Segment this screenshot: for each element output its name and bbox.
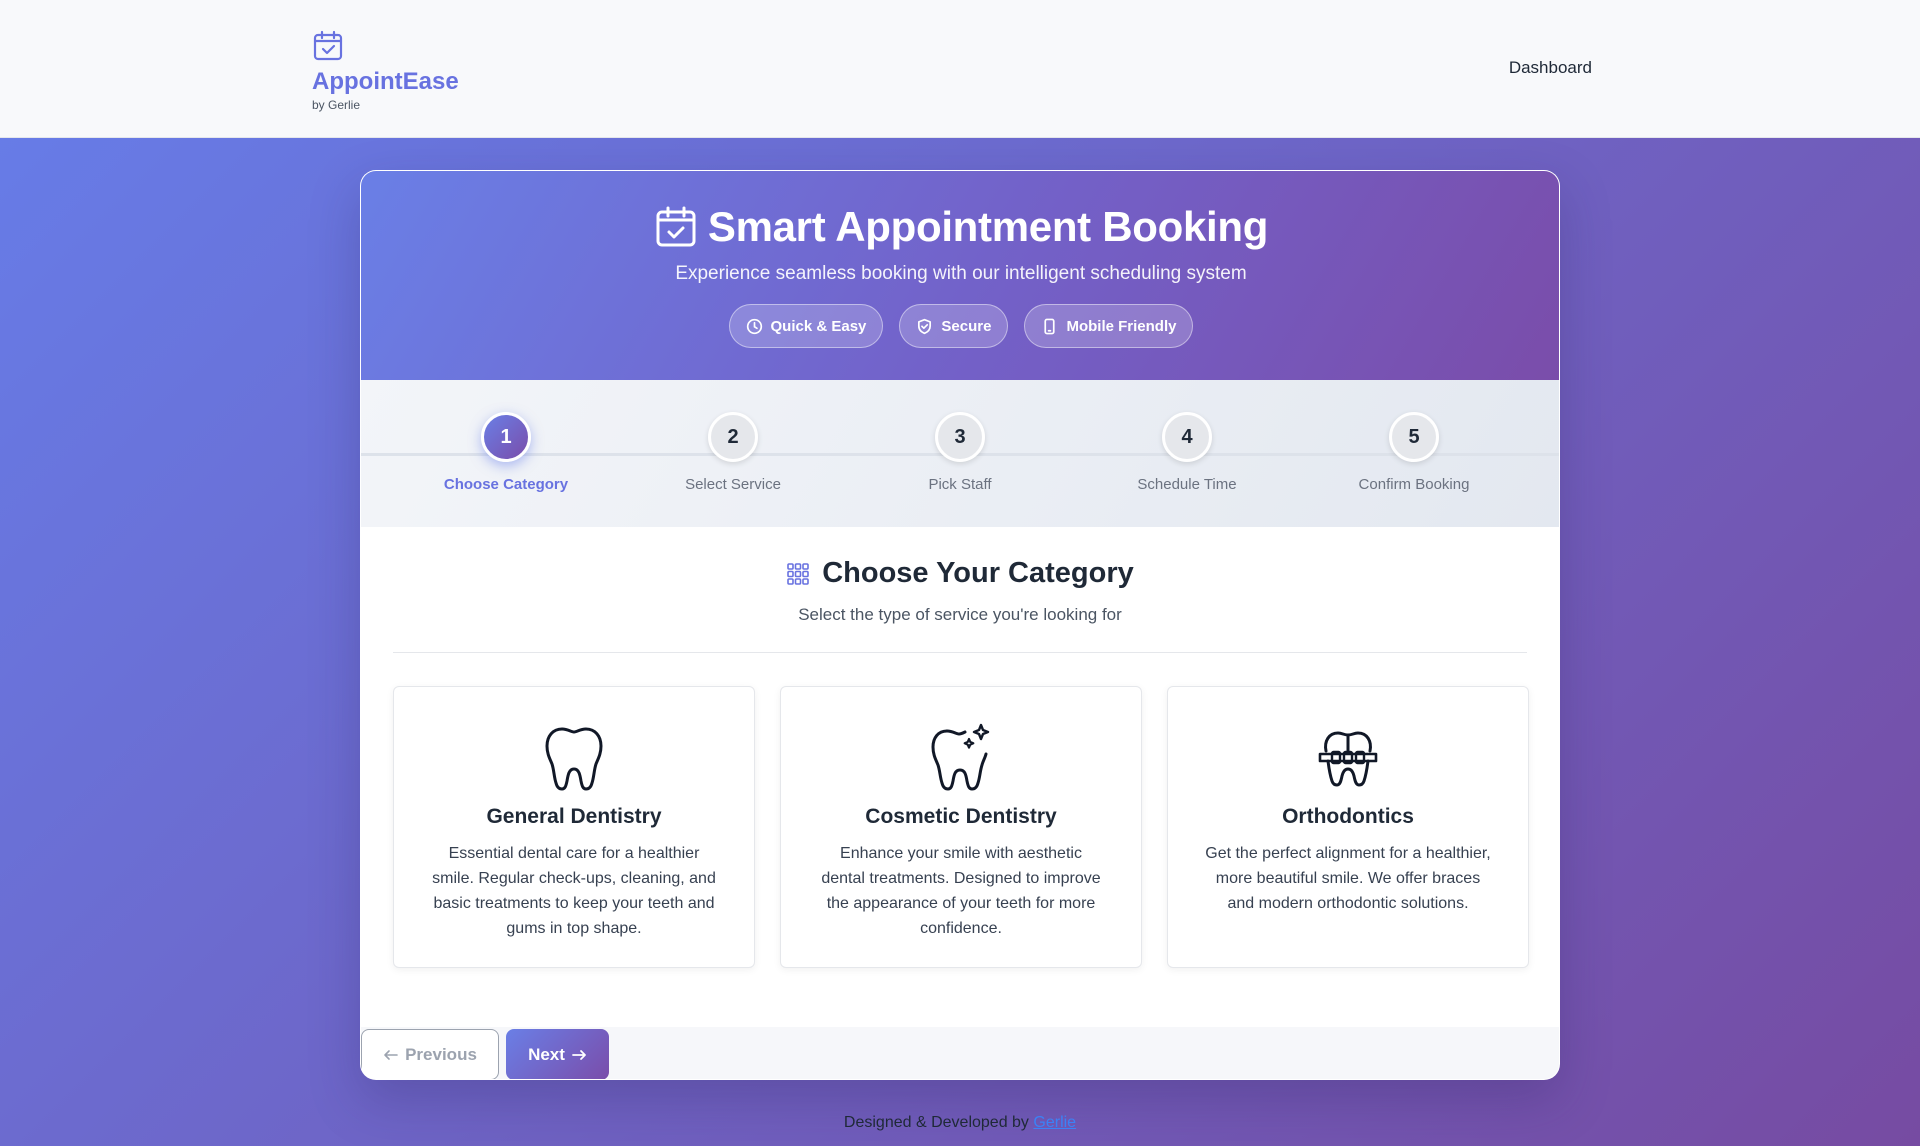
category-list: General Dentistry Essential dental care … <box>393 686 1529 968</box>
step-number: 3 <box>935 412 985 462</box>
hero-title-row: Smart Appointment Booking <box>361 203 1559 251</box>
feature-pill-label: Quick & Easy <box>770 317 867 335</box>
feature-pill-secure: Secure <box>899 304 1009 348</box>
step-schedule-time[interactable]: 4 Schedule Time <box>1097 412 1277 493</box>
shield-icon <box>918 318 932 334</box>
calendar-check-icon <box>656 206 696 247</box>
category-description: Enhance your smile with aesthetic dental… <box>821 845 1101 937</box>
category-title: General Dentistry <box>486 805 662 828</box>
previous-button[interactable]: Previous <box>361 1029 499 1079</box>
arrow-right-icon <box>572 1049 586 1060</box>
mobile-icon <box>1044 318 1056 334</box>
credit-text: Designed & Developed by <box>843 1114 1029 1131</box>
hero-banner: Smart Appointment Booking Experience sea… <box>361 171 1559 380</box>
step-label: Pick Staff <box>928 476 992 493</box>
section-header: Choose Your Category <box>361 557 1559 590</box>
step-choose-category[interactable]: 1 Choose Category <box>416 412 596 493</box>
arrow-left-icon <box>384 1049 398 1060</box>
category-description: Essential dental care for a healthier sm… <box>432 845 716 937</box>
brand-name: AppointEase <box>312 68 459 95</box>
nav-link-dashboard[interactable]: Dashboard <box>1509 58 1592 78</box>
category-title: Cosmetic Dentistry <box>865 805 1057 828</box>
next-label: Next <box>528 1044 565 1064</box>
wizard-footer: Previous Next <box>361 1027 1559 1079</box>
booking-card: Smart Appointment Booking Experience sea… <box>360 170 1560 1080</box>
next-button[interactable]: Next <box>506 1029 609 1079</box>
category-card-cosmetic[interactable]: Cosmetic Dentistry Enhance your smile wi… <box>780 686 1142 968</box>
sparkle-tooth-icon <box>931 723 990 791</box>
step-number: 2 <box>708 412 758 462</box>
progress-stepper: 1 Choose Category 2 Select Service 3 Pic… <box>361 380 1559 527</box>
category-card-orthodontics[interactable]: Orthodontics Get the perfect alignment f… <box>1167 686 1529 968</box>
section-divider <box>393 652 1527 653</box>
brand-logo-link[interactable]: AppointEase by Gerlie <box>312 30 459 112</box>
step-label: Confirm Booking <box>1358 476 1470 493</box>
step-number: 5 <box>1389 412 1439 462</box>
section-subtitle: Select the type of service you're lookin… <box>798 605 1122 624</box>
category-description: Get the perfect alignment for a healthie… <box>1205 845 1491 912</box>
step-select-service[interactable]: 2 Select Service <box>643 412 823 493</box>
brand-subtitle: by Gerlie <box>312 98 361 112</box>
category-title: Orthodontics <box>1282 805 1414 828</box>
step-pick-staff[interactable]: 3 Pick Staff <box>870 412 1050 493</box>
step-confirm-booking[interactable]: 5 Confirm Booking <box>1324 412 1504 493</box>
top-nav: AppointEase by Gerlie Dashboard <box>0 0 1920 138</box>
credit-author-link[interactable]: Gerlie <box>1033 1114 1076 1131</box>
feature-pill-mobile: Mobile Friendly <box>1024 304 1194 348</box>
clock-icon <box>746 318 762 334</box>
feature-pill-quick: Quick & Easy <box>728 304 884 348</box>
step-number: 1 <box>481 412 531 462</box>
feature-pill-label: Mobile Friendly <box>1066 317 1177 335</box>
step-number: 4 <box>1162 412 1212 462</box>
braces-icon <box>1318 731 1378 787</box>
category-card-general[interactable]: General Dentistry Essential dental care … <box>393 686 755 968</box>
calendar-check-icon <box>313 30 343 61</box>
section-title: Choose Your Category <box>822 557 1134 589</box>
step-label: Schedule Time <box>1137 476 1237 493</box>
step-label: Select Service <box>685 476 781 493</box>
grid-icon <box>787 562 810 585</box>
feature-pill-label: Secure <box>941 317 992 335</box>
page-title: Smart Appointment Booking <box>707 203 1269 250</box>
feature-pills: Quick & Easy Secure Mobile Friendly <box>361 304 1559 348</box>
previous-label: Previous <box>405 1044 477 1064</box>
hero-subtitle: Experience seamless booking with our int… <box>675 263 1247 284</box>
step-label: Choose Category <box>443 476 569 493</box>
tooth-icon <box>545 727 603 791</box>
page-credit: Designed & Developed by Gerlie <box>0 1114 1920 1132</box>
